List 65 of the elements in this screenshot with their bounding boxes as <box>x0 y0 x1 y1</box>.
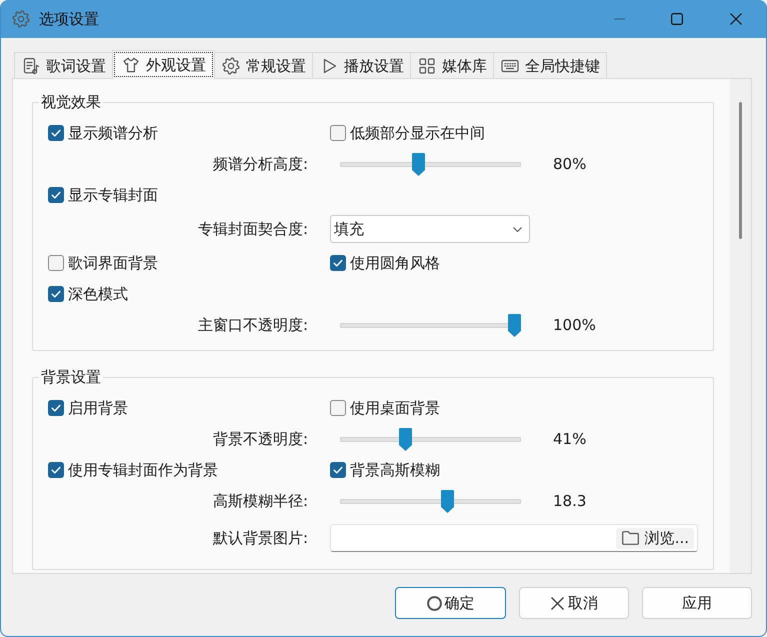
checkbox[interactable] <box>48 400 64 416</box>
tab[interactable]: 外观设置 <box>112 50 215 79</box>
browse-button[interactable]: 浏览... <box>616 528 694 548</box>
gear-icon <box>222 56 240 74</box>
field-label: 默认背景图片: <box>212 529 308 547</box>
checkbox[interactable] <box>330 400 346 416</box>
slider-thumb[interactable] <box>440 490 454 512</box>
dropdown[interactable]: 填充 <box>330 215 530 243</box>
group-title: 视觉效果 <box>39 93 103 111</box>
checkbox-label: 背景高斯模糊 <box>350 461 440 479</box>
checkbox-label: 显示专辑封面 <box>68 186 158 204</box>
folder-icon <box>622 531 639 545</box>
checkbox-label: 使用圆角风格 <box>350 254 440 272</box>
checkbox[interactable] <box>330 255 346 271</box>
slider-value: 100% <box>553 316 596 334</box>
checkbox[interactable] <box>48 286 64 302</box>
slider-track[interactable] <box>340 428 521 450</box>
chevron-down-icon <box>513 226 522 232</box>
tab[interactable]: 全局快捷键 <box>493 52 607 78</box>
circle-icon <box>426 596 442 610</box>
group-title: 背景设置 <box>39 368 103 386</box>
checkbox[interactable] <box>330 125 346 141</box>
tab[interactable]: 常规设置 <box>214 52 313 78</box>
slider-thumb[interactable] <box>412 152 426 176</box>
document-note-icon <box>22 56 40 74</box>
gear-icon <box>12 10 30 28</box>
maximize-icon <box>671 13 683 25</box>
checkbox-label: 歌词界面背景 <box>68 254 158 272</box>
tab[interactable]: 歌词设置 <box>14 52 113 78</box>
slider-value: 41% <box>553 430 586 448</box>
field-label: 频谱分析高度: <box>212 155 308 173</box>
window-title: 选项设置 <box>39 10 99 28</box>
cross-icon <box>550 596 565 610</box>
minimize-icon <box>614 18 624 20</box>
field-label: 专辑封面契合度: <box>198 220 308 238</box>
scrollbar-track[interactable] <box>730 79 751 573</box>
cancel-button[interactable]: 取消 <box>519 587 629 619</box>
checkbox-label: 使用专辑封面作为背景 <box>68 461 218 479</box>
field-label: 主窗口不透明度: <box>198 316 308 334</box>
checkbox-label: 显示频谱分析 <box>68 124 158 142</box>
checkbox[interactable] <box>48 255 64 271</box>
checkbox[interactable] <box>330 462 346 478</box>
slider-track[interactable] <box>340 152 521 176</box>
slider-track[interactable] <box>340 314 521 336</box>
field-label: 背景不透明度: <box>212 430 308 448</box>
grid-icon <box>418 56 436 74</box>
slider-value: 18.3 <box>553 492 586 510</box>
checkbox-label: 深色模式 <box>68 285 128 303</box>
shirt-icon <box>122 56 140 74</box>
field-label: 高斯模糊半径: <box>212 492 308 510</box>
apply-button[interactable]: 应用 <box>642 587 752 619</box>
checkbox[interactable] <box>48 462 64 478</box>
checkbox[interactable] <box>48 187 64 203</box>
slider-thumb[interactable] <box>508 314 521 336</box>
file-path-field[interactable]: 浏览... <box>330 524 698 552</box>
slider-value: 80% <box>553 155 586 173</box>
checkbox-label: 使用桌面背景 <box>350 399 440 417</box>
close-icon <box>730 13 742 25</box>
checkbox-label: 低频部分显示在中间 <box>350 124 485 142</box>
checkbox-label: 启用背景 <box>68 399 128 417</box>
slider-thumb[interactable] <box>398 428 412 450</box>
slider-track[interactable] <box>340 490 521 512</box>
confirm-button[interactable]: 确定 <box>395 587 506 619</box>
scrollbar-thumb[interactable] <box>739 102 742 239</box>
checkbox[interactable] <box>48 125 64 141</box>
